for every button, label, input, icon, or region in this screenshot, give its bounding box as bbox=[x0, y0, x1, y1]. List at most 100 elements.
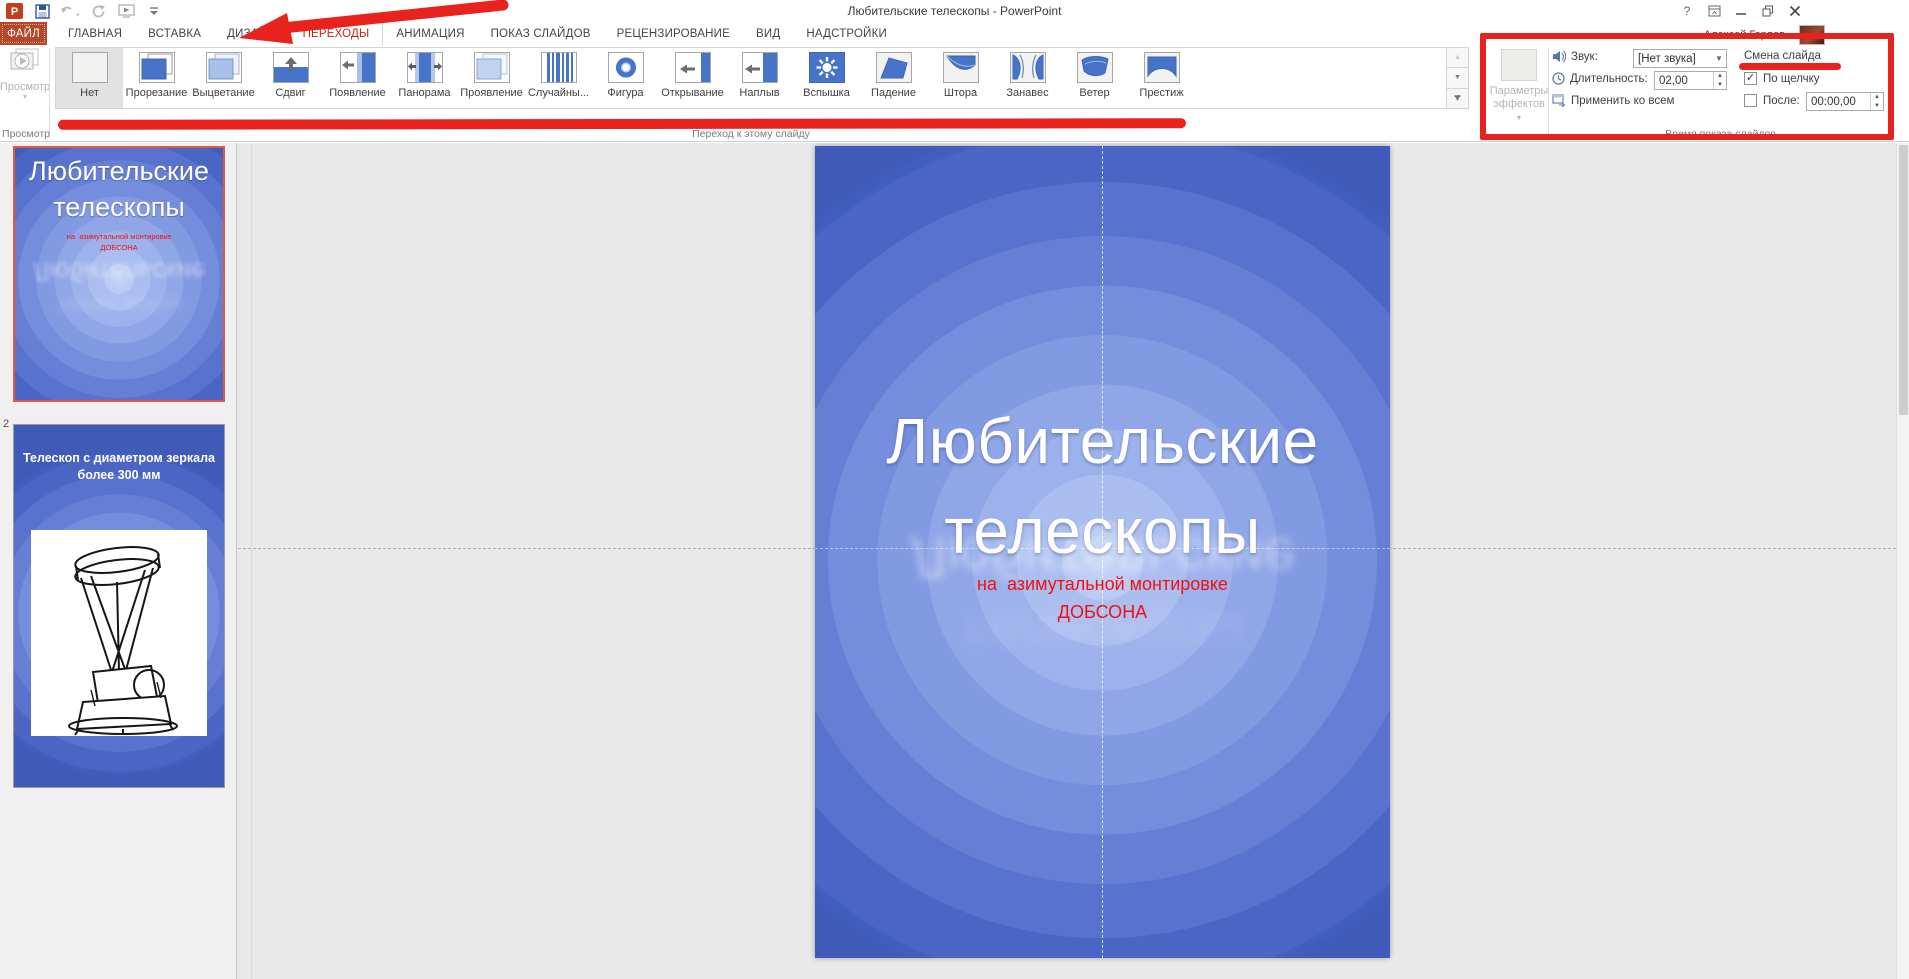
transition-label: Нет bbox=[80, 87, 99, 99]
transition-reveal[interactable]: Проявление bbox=[458, 48, 525, 108]
apply-to-all-button[interactable]: Применить ко всем bbox=[1552, 94, 1674, 107]
gallery-scroll-down[interactable]: ▼ bbox=[1447, 68, 1468, 88]
chevron-down-icon: ▼ bbox=[22, 94, 29, 101]
transition-cut[interactable]: Прорезание bbox=[123, 48, 190, 108]
group-separator bbox=[49, 48, 50, 138]
after-spinner[interactable]: 00:00,00 ▲▼ bbox=[1806, 92, 1884, 111]
gallery-expand[interactable]: ▬▼ bbox=[1447, 89, 1468, 108]
avatar[interactable] bbox=[1799, 25, 1825, 45]
on-click-checkbox[interactable]: ✓ bbox=[1744, 72, 1757, 85]
ribbon-display-options-button[interactable] bbox=[1704, 2, 1724, 19]
spinner-arrows[interactable]: ▲▼ bbox=[1870, 93, 1883, 110]
preview-label: Просмотр bbox=[0, 81, 50, 93]
transition-wind[interactable]: Ветер bbox=[1061, 48, 1128, 108]
transition-random-bars[interactable]: Случайны... bbox=[525, 48, 592, 108]
transition-label: Престиж bbox=[1139, 87, 1183, 99]
transition-label: Сдвиг bbox=[275, 87, 305, 99]
push-transition-icon bbox=[273, 52, 309, 83]
tab-рецензирование[interactable]: РЕЦЕНЗИРОВАНИЕ bbox=[604, 22, 743, 45]
reveal-transition-icon bbox=[474, 52, 510, 83]
group-separator bbox=[1548, 48, 1549, 138]
account-area[interactable]: Алексей Горлов ▾ bbox=[1704, 25, 1825, 45]
transition-cover[interactable]: Наплыв bbox=[726, 48, 793, 108]
effect-options-label-1: Параметры bbox=[1490, 85, 1549, 97]
spinner-arrows[interactable]: ▲▼ bbox=[1713, 72, 1726, 89]
transition-prestige[interactable]: Престиж bbox=[1128, 48, 1195, 108]
transition-shape[interactable]: Фигура bbox=[592, 48, 659, 108]
slide-thumbnail-1[interactable]: Любительские телескопы Любительские теле… bbox=[13, 146, 225, 402]
tab-файл[interactable]: ФАЙЛ bbox=[0, 22, 47, 45]
split-transition-icon bbox=[407, 52, 443, 83]
duration-spinner[interactable]: 02,00 ▲▼ bbox=[1654, 71, 1727, 90]
close-button[interactable] bbox=[1785, 2, 1805, 19]
transition-label: Падение bbox=[871, 87, 916, 99]
transition-wipe[interactable]: Появление bbox=[324, 48, 391, 108]
transition-label: Прорезание bbox=[126, 87, 188, 99]
transition-label: Занавес bbox=[1006, 87, 1048, 99]
transition-label: Случайны... bbox=[528, 87, 589, 99]
transition-curtains[interactable]: Занавес bbox=[994, 48, 1061, 108]
transition-uncover[interactable]: Открывание bbox=[659, 48, 726, 108]
slide-title-line2[interactable]: телескопы bbox=[815, 494, 1390, 568]
user-name[interactable]: Алексей Горлов bbox=[1704, 29, 1785, 41]
fall-transition-icon bbox=[876, 52, 912, 83]
scrollbar-thumb[interactable] bbox=[1899, 145, 1908, 415]
clock-icon bbox=[1552, 72, 1565, 85]
tab-главная[interactable]: ГЛАВНАЯ bbox=[55, 22, 135, 45]
transition-label: Штора bbox=[944, 87, 977, 99]
curtains-transition-icon bbox=[1010, 52, 1046, 83]
transition-label: Фигура bbox=[607, 87, 643, 99]
window-title: Любительские телескопы - PowerPoint bbox=[0, 4, 1909, 18]
transition-drape[interactable]: Штора bbox=[927, 48, 994, 108]
on-click-label: По щелчку bbox=[1763, 73, 1820, 85]
shape-transition-icon bbox=[608, 52, 644, 83]
after-value: 00:00,00 bbox=[1807, 96, 1870, 108]
tab-дизайн[interactable]: ДИЗАЙН bbox=[214, 22, 288, 45]
preview-button[interactable]: Просмотр ▼ bbox=[3, 47, 47, 125]
restore-button[interactable] bbox=[1758, 2, 1778, 19]
slide-2-number: 2 bbox=[3, 418, 9, 430]
chevron-down-icon: ▼ bbox=[1712, 54, 1726, 63]
transition-label: Панорама bbox=[398, 87, 450, 99]
tab-надстройки[interactable]: НАДСТРОЙКИ bbox=[793, 22, 900, 45]
gallery-scroll-up[interactable]: ▲ bbox=[1447, 48, 1468, 68]
transition-label: Наплыв bbox=[739, 87, 779, 99]
workspace: Любительские телескопы Любительские теле… bbox=[0, 143, 1909, 979]
transition-fall[interactable]: Падение bbox=[860, 48, 927, 108]
after-checkbox[interactable]: ✓ bbox=[1744, 94, 1757, 107]
tab-вид[interactable]: ВИД bbox=[743, 22, 793, 45]
transition-label: Вспышка bbox=[803, 87, 850, 99]
vertical-scrollbar[interactable] bbox=[1896, 143, 1909, 979]
transition-flash[interactable]: Вспышка bbox=[793, 48, 860, 108]
minimize-button[interactable] bbox=[1731, 2, 1751, 19]
tab-анимация[interactable]: АНИМАЦИЯ bbox=[383, 22, 477, 45]
slide-subtitle-line1[interactable]: на азимутальной монтировке bbox=[815, 574, 1390, 595]
preview-icon bbox=[8, 47, 42, 77]
apply-to-all-icon bbox=[1552, 94, 1566, 107]
help-button[interactable]: ? bbox=[1677, 2, 1697, 19]
thumb2-title-line1: Телескоп с диаметром зеркала bbox=[14, 451, 224, 465]
effect-options-button[interactable]: Параметры эффектов ▼ bbox=[1492, 47, 1546, 127]
thumb2-title-line2: более 300 мм bbox=[14, 468, 224, 482]
transition-fade[interactable]: Выцветание bbox=[190, 48, 257, 108]
transition-gallery: Нет ПрорезаниеВыцветание Сдвиг Появление Пан… bbox=[55, 47, 1447, 109]
transition-label: Появление bbox=[329, 87, 385, 99]
transition-split[interactable]: Панорама bbox=[391, 48, 458, 108]
slide-title-line1[interactable]: Любительские bbox=[815, 404, 1390, 478]
transition-push[interactable]: Сдвиг bbox=[257, 48, 324, 108]
slide-canvas: Любительские телескопы Любительские теле… bbox=[238, 143, 1909, 979]
tab-переходы[interactable]: ПЕРЕХОДЫ bbox=[289, 22, 384, 45]
powerpoint-window: P Любительские телескопы - PowerPoint ? … bbox=[0, 0, 1909, 979]
tab-вставка[interactable]: ВСТАВКА bbox=[135, 22, 214, 45]
tab-показ-слайдов[interactable]: ПОКАЗ СЛАЙДОВ bbox=[478, 22, 604, 45]
sound-label: Звук: bbox=[1571, 51, 1598, 63]
slide-thumbnail-2[interactable]: Телескоп с диаметром зеркала более 300 м… bbox=[13, 424, 225, 788]
after-option[interactable]: ✓ После: bbox=[1744, 94, 1800, 107]
window-controls: ? bbox=[1677, 2, 1805, 19]
cover-transition-icon bbox=[742, 52, 778, 83]
slide-editor[interactable]: Любительские телескопы Любительские теле… bbox=[815, 146, 1390, 958]
slide-subtitle-line2[interactable]: ДОБСОНА bbox=[815, 602, 1390, 623]
on-click-option[interactable]: ✓ По щелчку bbox=[1744, 72, 1820, 85]
sound-combo[interactable]: [Нет звука] ▼ bbox=[1633, 49, 1727, 68]
transition-none[interactable]: Нет bbox=[56, 48, 123, 108]
